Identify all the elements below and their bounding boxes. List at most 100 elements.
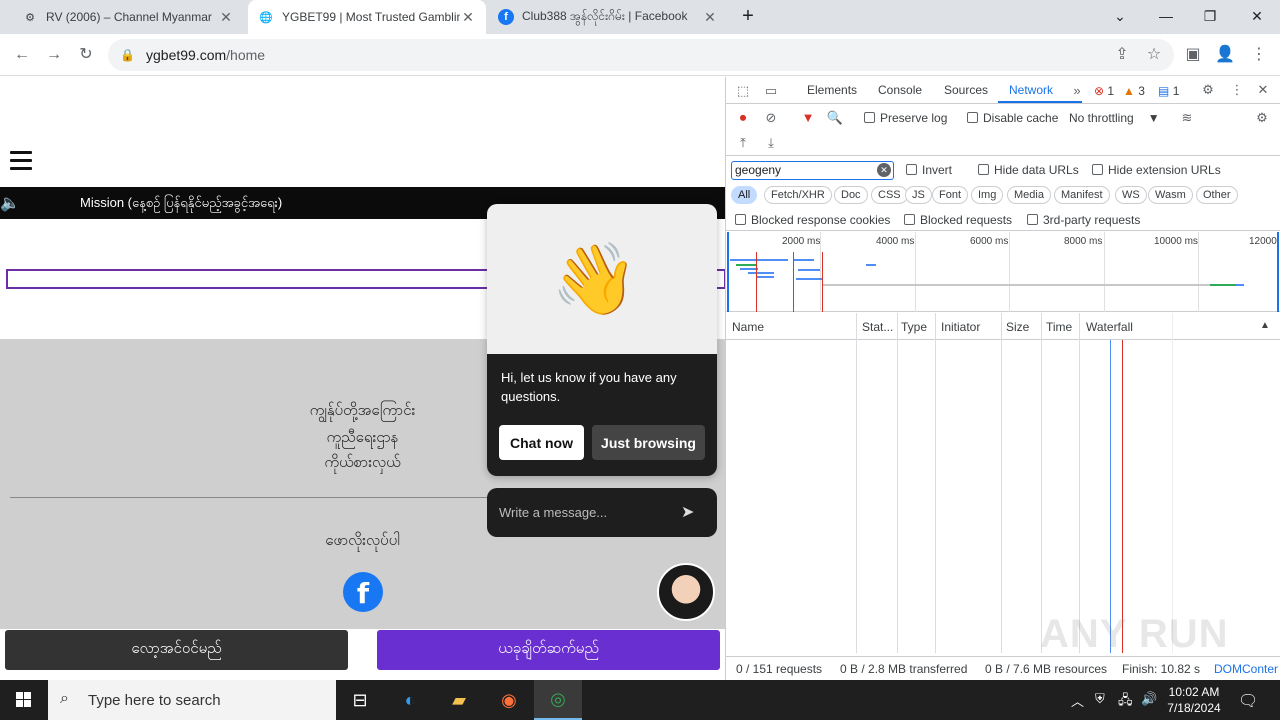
throttling-select[interactable]: No throttling ▼ <box>1069 111 1160 125</box>
tab-channel-myanmar[interactable]: ⚙ RV (2006) – Channel Myanmar ✕ <box>12 0 244 34</box>
type-filter-all[interactable]: All <box>731 186 758 204</box>
close-tab-icon[interactable]: ✕ <box>702 9 718 26</box>
login-button[interactable]: လော့အင်ဝင်မည် <box>5 630 348 670</box>
new-tab-button[interactable]: + <box>736 5 760 29</box>
filter-funnel-icon[interactable]: ▼ <box>799 109 817 127</box>
system-clock[interactable]: 10:02 AM 7/18/2024 <box>1162 684 1226 716</box>
tab-search-chevron-icon[interactable]: ⌄ <box>1108 5 1132 29</box>
minimize-button[interactable]: — <box>1154 5 1178 29</box>
network-settings-gear-icon[interactable]: ⚙ <box>1253 109 1271 127</box>
close-devtools-icon[interactable]: ✕ <box>1254 81 1272 99</box>
notifications-icon[interactable]: 🗨 <box>1238 691 1258 711</box>
import-har-icon[interactable]: ⤒ <box>734 134 752 152</box>
type-filter-css[interactable]: CSS <box>871 186 908 204</box>
column-time[interactable]: Time <box>1046 320 1072 334</box>
hamburger-menu-icon[interactable] <box>10 151 32 171</box>
profile-avatar-icon[interactable]: 👤 <box>1213 43 1237 67</box>
speaker-icon[interactable]: 🔈 <box>0 193 22 213</box>
clear-icon[interactable]: ⊘ <box>762 109 780 127</box>
disable-cache-checkbox[interactable]: Disable cache <box>967 111 1058 125</box>
sort-up-icon[interactable]: ▲ <box>1260 320 1270 331</box>
menu-kebab-icon[interactable]: ⋮ <box>1247 43 1271 67</box>
type-filter-other[interactable]: Other <box>1196 186 1238 204</box>
invert-checkbox[interactable]: Invert <box>906 163 952 177</box>
type-filter-js[interactable]: JS <box>905 186 932 204</box>
column-name[interactable]: Name <box>732 320 764 334</box>
close-tab-icon[interactable]: ✕ <box>460 9 476 26</box>
device-toolbar-icon[interactable]: ▭ <box>762 82 780 100</box>
tab-sources[interactable]: Sources <box>944 83 988 97</box>
error-count-badge[interactable]: ⊗ 1 <box>1094 84 1114 98</box>
side-panel-icon[interactable]: ▣ <box>1181 43 1205 67</box>
type-filter-wasm[interactable]: Wasm <box>1148 186 1193 204</box>
column-status[interactable]: Stat... <box>862 320 893 334</box>
close-tab-icon[interactable]: ✕ <box>218 9 234 26</box>
close-window-button[interactable]: ✕ <box>1245 5 1269 29</box>
show-hidden-icons-chevron[interactable]: ︿ <box>1071 691 1084 710</box>
type-filter-ws[interactable]: WS <box>1115 186 1147 204</box>
send-icon[interactable]: ➤ <box>681 502 703 522</box>
register-button[interactable]: ယခုချိတ်ဆက်မည် <box>377 630 720 670</box>
chat-message-input[interactable]: Write a message... ➤ <box>487 488 717 537</box>
chrome-icon[interactable]: ◎ <box>534 680 582 720</box>
column-type[interactable]: Type <box>901 320 927 334</box>
type-filter-manifest[interactable]: Manifest <box>1054 186 1110 204</box>
start-button[interactable] <box>0 680 48 720</box>
chat-agent-avatar[interactable] <box>657 563 715 621</box>
taskbar-search-box[interactable]: ⌕ Type here to search <box>48 680 336 720</box>
network-icon[interactable]: 🖧 <box>1118 691 1133 713</box>
inspect-element-icon[interactable]: ⬚ <box>734 82 752 100</box>
hide-extension-urls-checkbox[interactable]: Hide extension URLs <box>1092 163 1221 177</box>
settings-gear-icon[interactable]: ⚙ <box>1199 81 1217 99</box>
third-party-requests-checkbox[interactable]: 3rd-party requests <box>1027 213 1140 227</box>
preserve-log-checkbox[interactable]: Preserve log <box>864 111 947 125</box>
edge-icon[interactable]: ◐ <box>386 680 434 720</box>
tab-club388-facebook[interactable]: f Club388 အွန်လိုင်းဂိမ်း | Facebook ✕ <box>488 0 728 34</box>
overview-window-handle[interactable] <box>1277 232 1279 312</box>
volume-icon[interactable]: 🔊 <box>1141 691 1157 707</box>
message-count-badge[interactable]: ▤ 1 <box>1158 84 1179 98</box>
address-bar[interactable]: 🔒 ygbet99.com/home <box>108 39 1174 71</box>
domcontentloaded-time: DOMConter <box>1214 662 1279 676</box>
clear-filter-icon[interactable]: ✕ <box>877 163 891 177</box>
firefox-icon[interactable]: ◉ <box>485 680 533 720</box>
search-icon[interactable]: 🔍 <box>826 109 844 127</box>
forward-arrow-icon[interactable]: → <box>42 43 66 67</box>
network-conditions-wifi-icon[interactable]: ≋ <box>1178 109 1196 127</box>
back-arrow-icon[interactable]: ← <box>10 43 34 67</box>
file-explorer-icon[interactable]: ▰ <box>435 680 483 720</box>
column-initiator[interactable]: Initiator <box>941 320 980 334</box>
type-filter-fetch-xhr[interactable]: Fetch/XHR <box>764 186 832 204</box>
type-filter-media[interactable]: Media <box>1007 186 1051 204</box>
column-size[interactable]: Size <box>1006 320 1029 334</box>
blocked-requests-checkbox[interactable]: Blocked requests <box>904 213 1012 227</box>
warning-count-badge[interactable]: ▲ 3 <box>1123 84 1145 98</box>
more-tabs-chevron-icon[interactable]: » <box>1068 82 1086 100</box>
filter-input[interactable]: geogeny <box>731 161 894 180</box>
bookmark-star-icon[interactable]: ☆ <box>1142 43 1166 67</box>
network-overview-timeline[interactable]: 2000 ms 4000 ms 6000 ms 8000 ms 10000 ms… <box>726 232 1280 312</box>
blocked-response-cookies-checkbox[interactable]: Blocked response cookies <box>735 213 890 227</box>
security-icon[interactable]: ⛨ <box>1095 691 1105 707</box>
reload-icon[interactable]: ↻ <box>74 43 98 67</box>
task-view-icon[interactable]: ⊟ <box>336 680 384 720</box>
export-har-icon[interactable]: ⤓ <box>762 134 780 152</box>
share-icon[interactable]: ⇪ <box>1110 43 1134 67</box>
record-stop-icon[interactable]: ⏺ <box>734 109 752 127</box>
type-filter-doc[interactable]: Doc <box>834 186 868 204</box>
timeline-gridline <box>1104 232 1105 312</box>
facebook-icon[interactable]: f <box>343 572 383 612</box>
type-filter-img[interactable]: Img <box>971 186 1004 204</box>
chat-now-button[interactable]: Chat now <box>499 425 584 460</box>
overview-window-handle[interactable] <box>727 232 729 312</box>
tab-ygbet99[interactable]: 🌐 YGBET99 | Most Trusted Gamblin ✕ <box>248 0 486 34</box>
tab-network[interactable]: Network <box>1009 83 1053 97</box>
hide-data-urls-checkbox[interactable]: Hide data URLs <box>978 163 1079 177</box>
just-browsing-button[interactable]: Just browsing <box>592 425 705 460</box>
maximize-button[interactable]: ❐ <box>1198 5 1222 29</box>
type-filter-font[interactable]: Font <box>932 186 969 204</box>
tab-elements[interactable]: Elements <box>807 83 857 97</box>
devtools-menu-icon[interactable]: ⋮ <box>1228 81 1246 99</box>
tab-console[interactable]: Console <box>878 83 922 97</box>
column-waterfall[interactable]: Waterfall <box>1086 320 1133 334</box>
